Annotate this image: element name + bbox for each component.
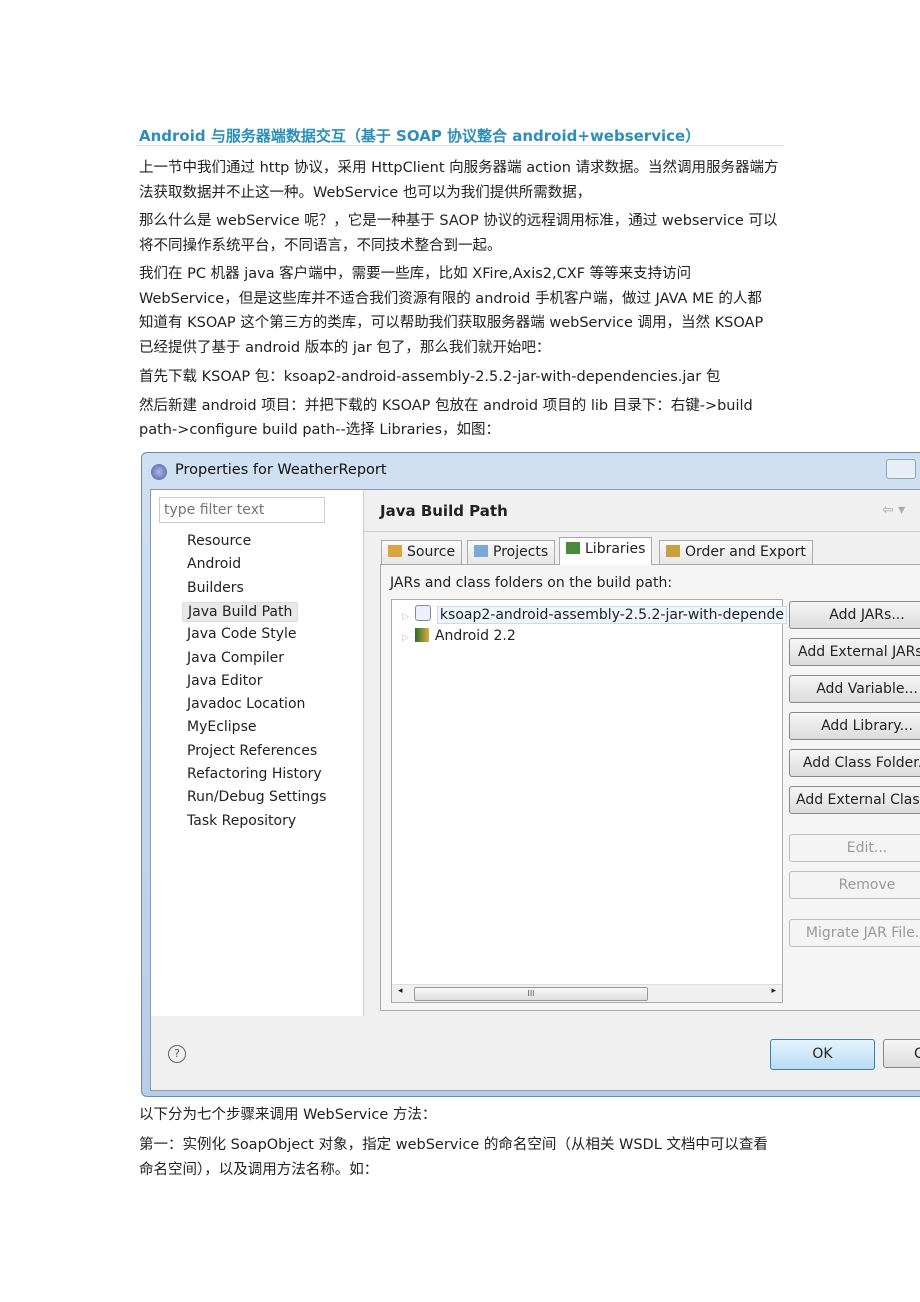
title-bar: Properties for WeatherReport bbox=[142, 453, 920, 489]
tab-label: Libraries bbox=[585, 541, 646, 557]
nav-item[interactable]: Run/Debug Settings bbox=[182, 788, 331, 806]
library-icon bbox=[414, 628, 429, 642]
button-remove[interactable]: Remove bbox=[789, 871, 920, 899]
nav-item[interactable]: Task Repository bbox=[182, 812, 301, 830]
paragraph-line: 然后新建 android 项目：并把下载的 KSOAP 包放在 android … bbox=[139, 398, 753, 414]
expand-icon[interactable]: ▷ bbox=[402, 633, 409, 643]
libraries-panel: JARs and class folders on the build path… bbox=[380, 564, 920, 1011]
order-and-export-icon bbox=[666, 545, 680, 557]
scroll-left-icon[interactable]: ◂ bbox=[398, 986, 403, 996]
tab-label: Order and Export bbox=[685, 544, 806, 560]
page-title: Java Build Path bbox=[380, 502, 508, 520]
tree-node[interactable]: ▷ ksoap2-android-assembly-2.5.2-jar-with-… bbox=[402, 605, 787, 624]
tab-order-and-export[interactable]: Order and Export bbox=[659, 540, 813, 564]
button-add-variable[interactable]: Add Variable... bbox=[789, 675, 920, 703]
nav-item[interactable]: Android bbox=[182, 555, 246, 573]
nav-item[interactable]: Refactoring History bbox=[182, 765, 327, 783]
nav-item[interactable]: Java Compiler bbox=[182, 649, 289, 667]
tab-projects[interactable]: Projects bbox=[467, 540, 556, 564]
tab-source[interactable]: Source bbox=[381, 540, 463, 564]
help-icon[interactable]: ? bbox=[168, 1045, 186, 1063]
button-add-class-folder[interactable]: Add Class Folder... bbox=[789, 749, 920, 777]
panel-label: JARs and class folders on the build path… bbox=[390, 575, 673, 591]
nav-item[interactable]: Resource bbox=[182, 532, 256, 550]
divider bbox=[364, 531, 920, 532]
scroll-thumb[interactable]: III bbox=[414, 987, 648, 1001]
projects-icon bbox=[474, 545, 488, 557]
button-add-library[interactable]: Add Library... bbox=[789, 712, 920, 740]
paragraph-line: path->configure build path--选择 Libraries… bbox=[139, 422, 501, 438]
back-arrow-icon[interactable]: ⇦ ▾ bbox=[882, 502, 905, 518]
paragraph-line: 我们在 PC 机器 java 客户端中，需要一些库，比如 XFire,Axis2… bbox=[139, 266, 692, 282]
properties-dialog: Properties for WeatherReport Resource And… bbox=[141, 452, 920, 1097]
paragraph-line: 命名空间），以及调用方法名称。如： bbox=[139, 1162, 379, 1178]
paragraph-line: 知道有 KSOAP 这个第三方的类库，可以帮助我们获取服务器端 webServi… bbox=[139, 315, 764, 331]
cancel-button[interactable]: Cancel bbox=[883, 1039, 920, 1068]
paragraph-line: WebService，但是这些库并不适合我们资源有限的 android 手机客户… bbox=[139, 291, 762, 307]
library-tree: ▷ ksoap2-android-assembly-2.5.2-jar-with-… bbox=[391, 599, 787, 1003]
tab-label: Source bbox=[407, 544, 456, 560]
paragraph-line: 将不同操作系统平台，不同语言，不同技术整合到一起。 bbox=[139, 238, 502, 254]
eclipse-icon bbox=[151, 464, 167, 480]
title-divider bbox=[136, 145, 784, 146]
tab-libraries[interactable]: Libraries bbox=[559, 537, 653, 565]
page-pane: Java Build Path ⇦ ▾ Source Projects Librar… bbox=[364, 490, 920, 1016]
tab-label: Projects bbox=[493, 544, 549, 560]
paragraph-line: 第一：实例化 SoapObject 对象，指定 webService 的命名空间… bbox=[139, 1137, 768, 1153]
paragraph-line: 已经提供了基于 android 版本的 jar 包了，那么我们就开始吧： bbox=[139, 340, 551, 356]
nav-item[interactable]: Javadoc Location bbox=[182, 695, 310, 713]
filter-input[interactable] bbox=[159, 497, 325, 523]
horizontal-scrollbar[interactable]: ◂ III ▸ bbox=[392, 984, 782, 1002]
scroll-right-icon[interactable]: ▸ bbox=[771, 986, 776, 996]
tree-node[interactable]: ▷ Android 2.2 bbox=[402, 628, 516, 644]
paragraph-line: 上一节中我们通过 http 协议，采用 HttpClient 向服务器端 act… bbox=[139, 160, 779, 176]
paragraph-line: 法获取数据并不止这一种。WebService 也可以为我们提供所需数据， bbox=[139, 185, 592, 201]
nav-item[interactable]: Java Editor bbox=[182, 672, 267, 690]
ok-button[interactable]: OK bbox=[770, 1039, 875, 1070]
paragraph-line: 以下分为七个步骤来调用 WebService 方法： bbox=[139, 1107, 437, 1123]
nav-item[interactable]: MyEclipse bbox=[182, 718, 261, 736]
button-migrate-jar-file[interactable]: Migrate JAR File... bbox=[789, 919, 920, 947]
nav-item[interactable]: Builders bbox=[182, 579, 249, 597]
dialog-title: Properties for WeatherReport bbox=[175, 462, 387, 478]
nav-item[interactable]: Project References bbox=[182, 742, 322, 760]
jar-icon bbox=[414, 605, 431, 621]
button-add-external-jars[interactable]: Add External JARs... bbox=[789, 638, 920, 666]
paragraph-line: 首先下载 KSOAP 包：ksoap2-android-assembly-2.5… bbox=[139, 369, 721, 385]
nav-item[interactable]: Java Build Path bbox=[182, 601, 299, 622]
button-add-external-class-folder[interactable]: Add External Class Folder... bbox=[789, 786, 920, 814]
tree-node-label: ksoap2-android-assembly-2.5.2-jar-with-d… bbox=[436, 606, 787, 624]
expand-icon[interactable]: ▷ bbox=[402, 612, 409, 622]
minimize-button[interactable] bbox=[886, 459, 916, 479]
article-title: Android 与服务器端数据交互（基于 SOAP 协议整合 android+w… bbox=[139, 127, 701, 145]
paragraph-line: 那么什么是 webService 呢？，它是一种基于 SAOP 协议的远程调用标… bbox=[139, 213, 778, 229]
nav-pane: Resource Android Builders Java Build Path Ja… bbox=[151, 490, 364, 1016]
tree-node-label: Android 2.2 bbox=[434, 628, 516, 644]
nav-item[interactable]: Java Code Style bbox=[182, 625, 301, 643]
libraries-icon bbox=[566, 542, 580, 554]
button-edit[interactable]: Edit... bbox=[789, 834, 920, 862]
source-icon bbox=[388, 545, 402, 557]
button-add-jars[interactable]: Add JARs... bbox=[789, 601, 920, 629]
